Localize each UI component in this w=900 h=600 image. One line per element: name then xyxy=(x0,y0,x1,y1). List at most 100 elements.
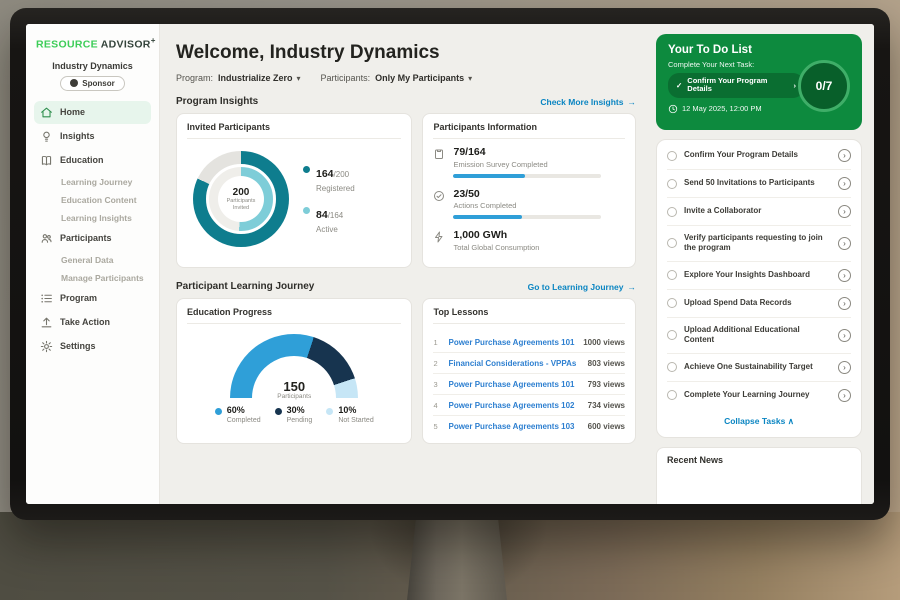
lesson-link[interactable]: Financial Considerations - VPPAs xyxy=(448,359,580,368)
todo-panel: Your To Do List Complete Your Next Task:… xyxy=(648,24,874,504)
next-task-pill[interactable]: ✓ Confirm Your Program Details › xyxy=(668,73,804,98)
sidebar-item-manage-participants[interactable]: Manage Participants xyxy=(34,269,151,287)
metric-label: Emission Survey Completed xyxy=(453,160,601,169)
task-row-upload-educational-content[interactable]: Upload Additional Educational Content › xyxy=(667,318,851,354)
chevron-right-icon: › xyxy=(843,299,846,308)
task-open-button[interactable]: › xyxy=(838,237,851,250)
participants-information-card: Participants Information 79/164 Emission… xyxy=(422,113,636,268)
task-row-explore-insights[interactable]: Explore Your Insights Dashboard › xyxy=(667,262,851,290)
donut-legend: 164/200 Registered 84/164 Active xyxy=(303,164,355,234)
sidebar-item-label: Education xyxy=(60,155,104,165)
task-row-invite-collaborator[interactable]: Invite a Collaborator › xyxy=(667,198,851,226)
lesson-link[interactable]: Power Purchase Agreements 101 xyxy=(448,338,576,347)
sidebar-item-learning-journey[interactable]: Learning Journey xyxy=(34,173,151,191)
book-icon xyxy=(40,154,53,167)
task-row-upload-spend-data[interactable]: Upload Spend Data Records › xyxy=(667,290,851,318)
collapse-tasks-link[interactable]: Collapse Tasks ∧ xyxy=(667,409,851,435)
lesson-rank: 3 xyxy=(433,380,441,389)
task-row-verify-participants[interactable]: Verify participants requesting to join t… xyxy=(667,226,851,262)
lesson-link[interactable]: Power Purchase Agreements 102 xyxy=(448,401,580,410)
check-icon: ✓ xyxy=(676,81,682,90)
task-open-button[interactable]: › xyxy=(838,389,851,402)
legend-value: 60% xyxy=(227,406,261,415)
task-checkbox[interactable] xyxy=(667,390,677,400)
card-title: Education Progress xyxy=(187,307,401,324)
sponsor-badge[interactable]: Sponsor xyxy=(60,76,124,91)
lesson-link[interactable]: Power Purchase Agreements 103 xyxy=(448,422,580,431)
lesson-link[interactable]: Power Purchase Agreements 101 xyxy=(448,380,580,389)
sidebar-item-label: Learning Journey xyxy=(61,177,132,187)
sidebar-item-settings[interactable]: Settings xyxy=(34,335,151,358)
legend-label: Completed xyxy=(227,417,261,424)
card-title: Top Lessons xyxy=(433,307,625,324)
arrow-right-icon: → xyxy=(628,97,637,107)
sidebar-item-program[interactable]: Program xyxy=(34,287,151,310)
task-open-button[interactable]: › xyxy=(838,177,851,190)
top-lessons-card: Top Lessons 1 Power Purchase Agreements … xyxy=(422,298,636,444)
metric-global-consumption: 1,000 GWh Total Global Consumption xyxy=(433,230,625,252)
sidebar-item-label: Learning Insights xyxy=(61,213,132,223)
clock-icon xyxy=(668,104,678,114)
task-open-button[interactable]: › xyxy=(838,297,851,310)
task-checkbox[interactable] xyxy=(667,207,677,217)
legend-dot-not-started xyxy=(326,408,333,415)
lightbulb-icon xyxy=(40,130,53,143)
learning-cards-row: Education Progress 150 Participants xyxy=(176,298,636,444)
check-circle-icon xyxy=(433,190,445,202)
task-open-button[interactable]: › xyxy=(838,205,851,218)
donut-center: 200 Participants Invited xyxy=(218,176,264,222)
sidebar-item-label: Settings xyxy=(60,341,96,351)
task-checkbox[interactable] xyxy=(667,270,677,280)
task-checkbox[interactable] xyxy=(667,179,677,189)
program-filter[interactable]: Program: Industrialize Zero ▾ xyxy=(176,73,301,83)
sidebar-item-participants[interactable]: Participants xyxy=(34,227,151,250)
task-row-send-invitations[interactable]: Send 50 Invitations to Participants › xyxy=(667,170,851,198)
invited-participants-card: Invited Participants 200 Participants In… xyxy=(176,113,412,268)
task-checkbox[interactable] xyxy=(667,330,677,340)
go-to-learning-journey-link[interactable]: Go to Learning Journey → xyxy=(528,282,636,292)
metric-value: 1,000 GWh xyxy=(453,230,539,242)
chevron-right-icon: › xyxy=(843,239,846,248)
legend-value: 30% xyxy=(287,406,313,415)
sidebar-item-education[interactable]: Education xyxy=(34,149,151,172)
chevron-down-icon: ▾ xyxy=(468,74,472,83)
task-open-button[interactable]: › xyxy=(838,149,851,162)
learning-journey-header: Participant Learning Journey Go to Learn… xyxy=(176,281,636,292)
check-more-insights-link[interactable]: Check More Insights → xyxy=(540,97,636,107)
collapse-caret-icon: ∧ xyxy=(788,416,794,426)
legend-dot-completed xyxy=(215,408,222,415)
sidebar-item-home[interactable]: Home xyxy=(34,101,151,124)
task-checkbox[interactable] xyxy=(667,362,677,372)
progress-fill xyxy=(453,215,521,219)
sidebar-item-take-action[interactable]: Take Action xyxy=(34,311,151,334)
metric-value: 23/50 xyxy=(453,189,601,201)
sidebar-item-label: Manage Participants xyxy=(61,273,144,283)
page-title: Welcome, Industry Dynamics xyxy=(176,42,636,64)
sidebar-item-insights[interactable]: Insights xyxy=(34,125,151,148)
sidebar-item-general-data[interactable]: General Data xyxy=(34,251,151,269)
participants-filter-value: Only My Participants xyxy=(375,73,464,83)
sidebar-item-education-content[interactable]: Education Content xyxy=(34,191,151,209)
participants-filter[interactable]: Participants: Only My Participants ▾ xyxy=(321,73,473,83)
legend-dot-pending xyxy=(275,408,282,415)
task-open-button[interactable]: › xyxy=(838,329,851,342)
task-checkbox[interactable] xyxy=(667,238,677,248)
task-row-achieve-target[interactable]: Achieve One Sustainability Target › xyxy=(667,354,851,382)
task-checkbox[interactable] xyxy=(667,151,677,161)
active-total: /164 xyxy=(328,211,344,220)
link-label: Check More Insights xyxy=(540,97,623,107)
lesson-row: 3 Power Purchase Agreements 101 793 view… xyxy=(433,374,625,395)
next-task-label: Confirm Your Program Details xyxy=(687,77,788,94)
link-label: Go to Learning Journey xyxy=(528,282,624,292)
todo-task-list: Confirm Your Program Details › Send 50 I… xyxy=(656,139,862,438)
task-open-button[interactable]: › xyxy=(838,269,851,282)
task-checkbox[interactable] xyxy=(667,298,677,308)
task-label: Complete Your Learning Journey xyxy=(684,390,831,400)
task-row-confirm-program[interactable]: Confirm Your Program Details › xyxy=(667,142,851,170)
card-title: Participants Information xyxy=(433,122,625,139)
task-row-complete-learning-journey[interactable]: Complete Your Learning Journey › xyxy=(667,382,851,409)
metric-label: Total Global Consumption xyxy=(453,243,539,252)
donut-center-value: 200 xyxy=(233,187,250,198)
task-open-button[interactable]: › xyxy=(838,361,851,374)
sidebar-item-learning-insights[interactable]: Learning Insights xyxy=(34,209,151,227)
